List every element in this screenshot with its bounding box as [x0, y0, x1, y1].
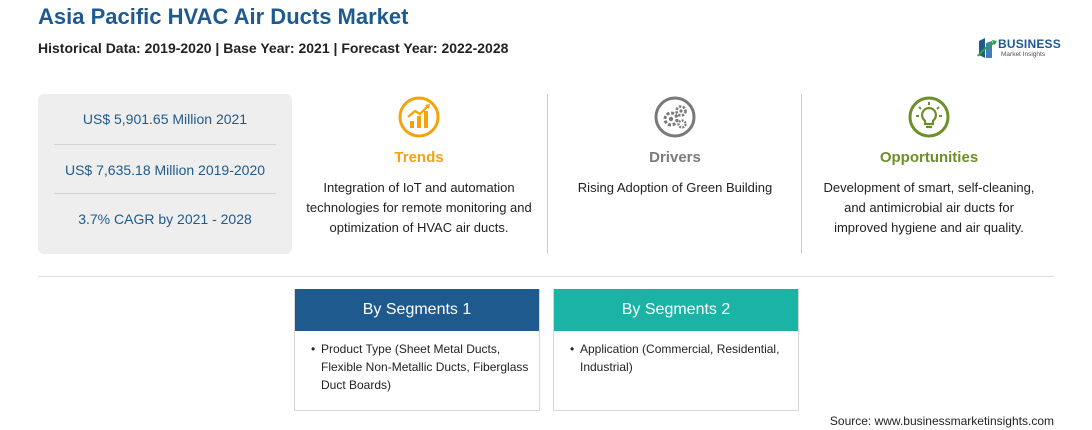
logo-mark-icon	[977, 38, 997, 58]
trends-title: Trends	[394, 149, 444, 166]
bullet-icon: •	[311, 342, 316, 356]
bullet-icon: •	[570, 342, 575, 356]
stat-divider	[54, 144, 276, 145]
gears-icon	[654, 96, 696, 138]
chart-growth-icon	[398, 96, 440, 138]
trends-text: Integration of IoT and automation techno…	[306, 180, 532, 235]
logo-tagline: Market Insights	[1001, 51, 1046, 58]
stat-cagr: 3.7% CAGR by 2021 - 2028	[78, 211, 252, 227]
segment-2-item: Application (Commercial, Residential, In…	[580, 342, 780, 374]
stat-market-size-2021: US$ 5,901.65 Million 2021	[82, 111, 248, 127]
market-stats-panel: US$ 5,901.65 Million 2021 US$ 7,635.18 M…	[38, 94, 292, 254]
opportunities-text: Development of smart, self-cleaning, and…	[823, 180, 1035, 235]
section-divider	[38, 276, 1054, 277]
stat-divider	[54, 193, 276, 194]
logo-wordmark: BUSINESS	[998, 37, 1061, 51]
segment-1-header: By Segments 1	[295, 289, 539, 331]
source-note: Source: www.businessmarketinsights.com	[829, 414, 1054, 428]
segment-card-2: By Segments 2 • Application (Commercial,…	[553, 289, 799, 411]
trends-column: Trends Integration of IoT and automation…	[292, 94, 546, 254]
segment-card-1: By Segments 1 • Product Type (Sheet Meta…	[294, 289, 540, 411]
drivers-column: Drivers Rising Adoption of Green Buildin…	[548, 94, 802, 254]
drivers-title: Drivers	[649, 149, 701, 166]
segment-1-body: • Product Type (Sheet Metal Ducts, Flexi…	[295, 331, 539, 394]
page-title: Asia Pacific HVAC Air Ducts Market	[38, 4, 409, 29]
stat-market-size-historical: US$ 7,635.18 Million 2019-2020	[64, 162, 266, 178]
segment-2-header: By Segments 2	[554, 289, 798, 331]
lightbulb-icon	[908, 96, 950, 138]
company-logo: BUSINESS Market Insights	[976, 36, 1062, 62]
segment-2-body: • Application (Commercial, Residential, …	[554, 331, 798, 376]
page-subtitle: Historical Data: 2019-2020 | Base Year: …	[38, 40, 509, 56]
opportunities-column: Opportunities Development of smart, self…	[802, 94, 1056, 254]
drivers-text: Rising Adoption of Green Building	[577, 180, 773, 195]
segment-1-item: Product Type (Sheet Metal Ducts, Flexibl…	[321, 342, 529, 392]
opportunities-title: Opportunities	[879, 149, 979, 166]
